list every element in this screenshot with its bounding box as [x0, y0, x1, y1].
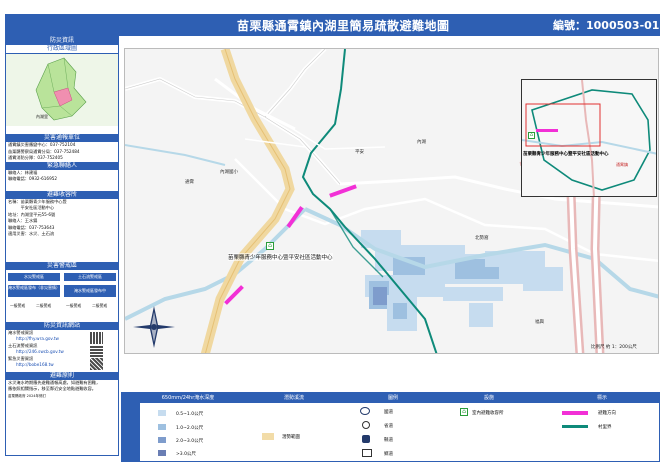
flood-warning-button[interactable]: 水災警戒區: [8, 272, 60, 281]
locator-label: 內湖里: [36, 114, 48, 119]
legend-flood-heading: 650mm/24hr淹水深度: [140, 393, 236, 403]
flood-level-2: 1.0~2.0公尺: [176, 426, 204, 431]
road-label: 國道: [384, 410, 393, 415]
legend-debris-heading: 潛勢溪流: [236, 393, 352, 403]
emergency-row: 聯絡電話：0932-616952: [8, 176, 58, 181]
flood-alert-button[interactable]: 淹水警戒區發布（非災害情）: [8, 284, 60, 297]
flood-swatch-4: [158, 450, 166, 456]
warning-level: 一級警戒: [10, 302, 26, 308]
flood-swatch-1: [158, 410, 166, 416]
admin-map-heading: 行政區域圖: [6, 45, 118, 54]
debris-label: 潛勢範圍: [282, 435, 300, 440]
web-heading: 防災資訊網站: [6, 321, 118, 330]
place-label: 內湖: [417, 140, 426, 145]
scale-label: 比例尺 約 1：200公尺: [591, 345, 637, 350]
road-label: 縣道: [384, 438, 393, 443]
footer-note: 苗栗縣政府 2024年修訂: [8, 393, 47, 398]
place-label: 平安: [355, 150, 364, 155]
legend-mark-heading: 標示: [544, 393, 660, 403]
arrow-legend-icon: [562, 411, 588, 415]
inset-arrow: [536, 129, 558, 132]
map-title: 苗栗縣通霄鎮內湖里簡易疏散避難地圖: [237, 19, 450, 33]
emergency-heading: 緊急聯絡人: [6, 161, 118, 170]
locator-map: 內湖里: [6, 54, 118, 126]
compass-rose: [131, 304, 177, 350]
map-number: 編號：1000503-014: [553, 19, 665, 32]
freeway-icon: [360, 407, 370, 415]
flood-swatch-3: [158, 437, 166, 443]
qr-code-icon: [90, 344, 103, 357]
contact-heading: 災害通報單位: [6, 134, 118, 142]
qr-code-icon: [90, 357, 103, 370]
legend-road-heading: 圖例: [352, 393, 434, 403]
notice-heading: 避難原則: [6, 371, 118, 380]
flood-swatch-2: [158, 424, 166, 430]
inset-map: ⌂ 苗栗縣青少年服務中心暨平安社區活動中心 通霄鎮: [521, 79, 657, 197]
legend-facility-heading: 設施: [434, 393, 544, 403]
debris-swatch: [262, 433, 274, 440]
title-bar: 苗栗縣通霄鎮內湖里簡易疏散避難地圖 編號：1000503-014: [5, 14, 665, 36]
inset-shelter-icon: ⌂: [528, 132, 535, 139]
warning-buttons: 水災警戒區 土石流警戒區 淹水警戒區發布（非災害情） 淹水警戒區發布中 一級警戒…: [6, 270, 118, 314]
shelter-label: 苗栗縣青少年服務中心暨平安社區活動中心: [228, 253, 333, 261]
place-label: 福興: [535, 320, 544, 325]
place-label: 內湖國小: [220, 170, 238, 175]
township-road-icon: [362, 449, 372, 457]
highway-icon: [362, 421, 370, 429]
flood-alert-active-button[interactable]: 淹水警戒區發布中: [64, 284, 116, 297]
shelter-legend-icon: ⌂: [460, 408, 468, 416]
road-label: 鄉道: [384, 452, 393, 457]
legend-side-bar: [122, 393, 140, 461]
flood-level-3: 2.0~3.0公尺: [176, 439, 204, 444]
debris-warning-button[interactable]: 土石流警戒區: [64, 272, 116, 281]
qr-code-icon: [90, 331, 103, 344]
shelter-row: 適用災害：水災、土石流: [8, 231, 55, 236]
flood-level-1: 0.5~1.0公尺: [176, 412, 204, 417]
road-label: 省道: [384, 424, 393, 429]
shelter-icon[interactable]: ⌂: [266, 242, 274, 250]
warning-heading: 災害警戒區: [6, 261, 118, 270]
shelter-heading: 避難收容所: [6, 190, 118, 199]
warning-level: 一級警戒: [66, 302, 82, 308]
web-block: 淹水警戒資訊 http://fhy.wra.gov.tw 土石流警戒資訊 htt…: [6, 330, 118, 372]
county-road-icon: [362, 435, 370, 443]
disaster-info-heading: 防災資訊: [6, 37, 118, 45]
legend: 650mm/24hr淹水深度 潛勢溪流 圖例 設施 標示 0.5~1.0公尺 1…: [121, 392, 660, 462]
place-label: 北勢窩: [475, 236, 489, 241]
place-label: 通霄: [185, 180, 194, 185]
mark-label: 避難方向: [598, 411, 616, 416]
warning-level: 二級警戒: [36, 302, 52, 308]
boundary-legend-icon: [562, 425, 588, 428]
sidebar: 防災資訊 行政區域圖 內湖里 災害通報單位 通霄鎮災害應變中心：037-7521…: [5, 36, 119, 456]
mark-label: 村里界: [598, 425, 612, 430]
evacuation-map: ⌂ 苗栗縣青少年服務中心暨平安社區活動中心 比例尺 約 1：200公尺 內湖 平…: [124, 48, 659, 354]
warning-level: 二級警戒: [92, 302, 108, 308]
flood-level-4: >3.0公尺: [176, 452, 196, 457]
inset-label: 苗栗縣青少年服務中心暨平安社區活動中心: [523, 152, 609, 157]
inset-place: 通霄鎮: [616, 162, 628, 167]
facility-label: 室內避難收容所: [472, 411, 504, 416]
